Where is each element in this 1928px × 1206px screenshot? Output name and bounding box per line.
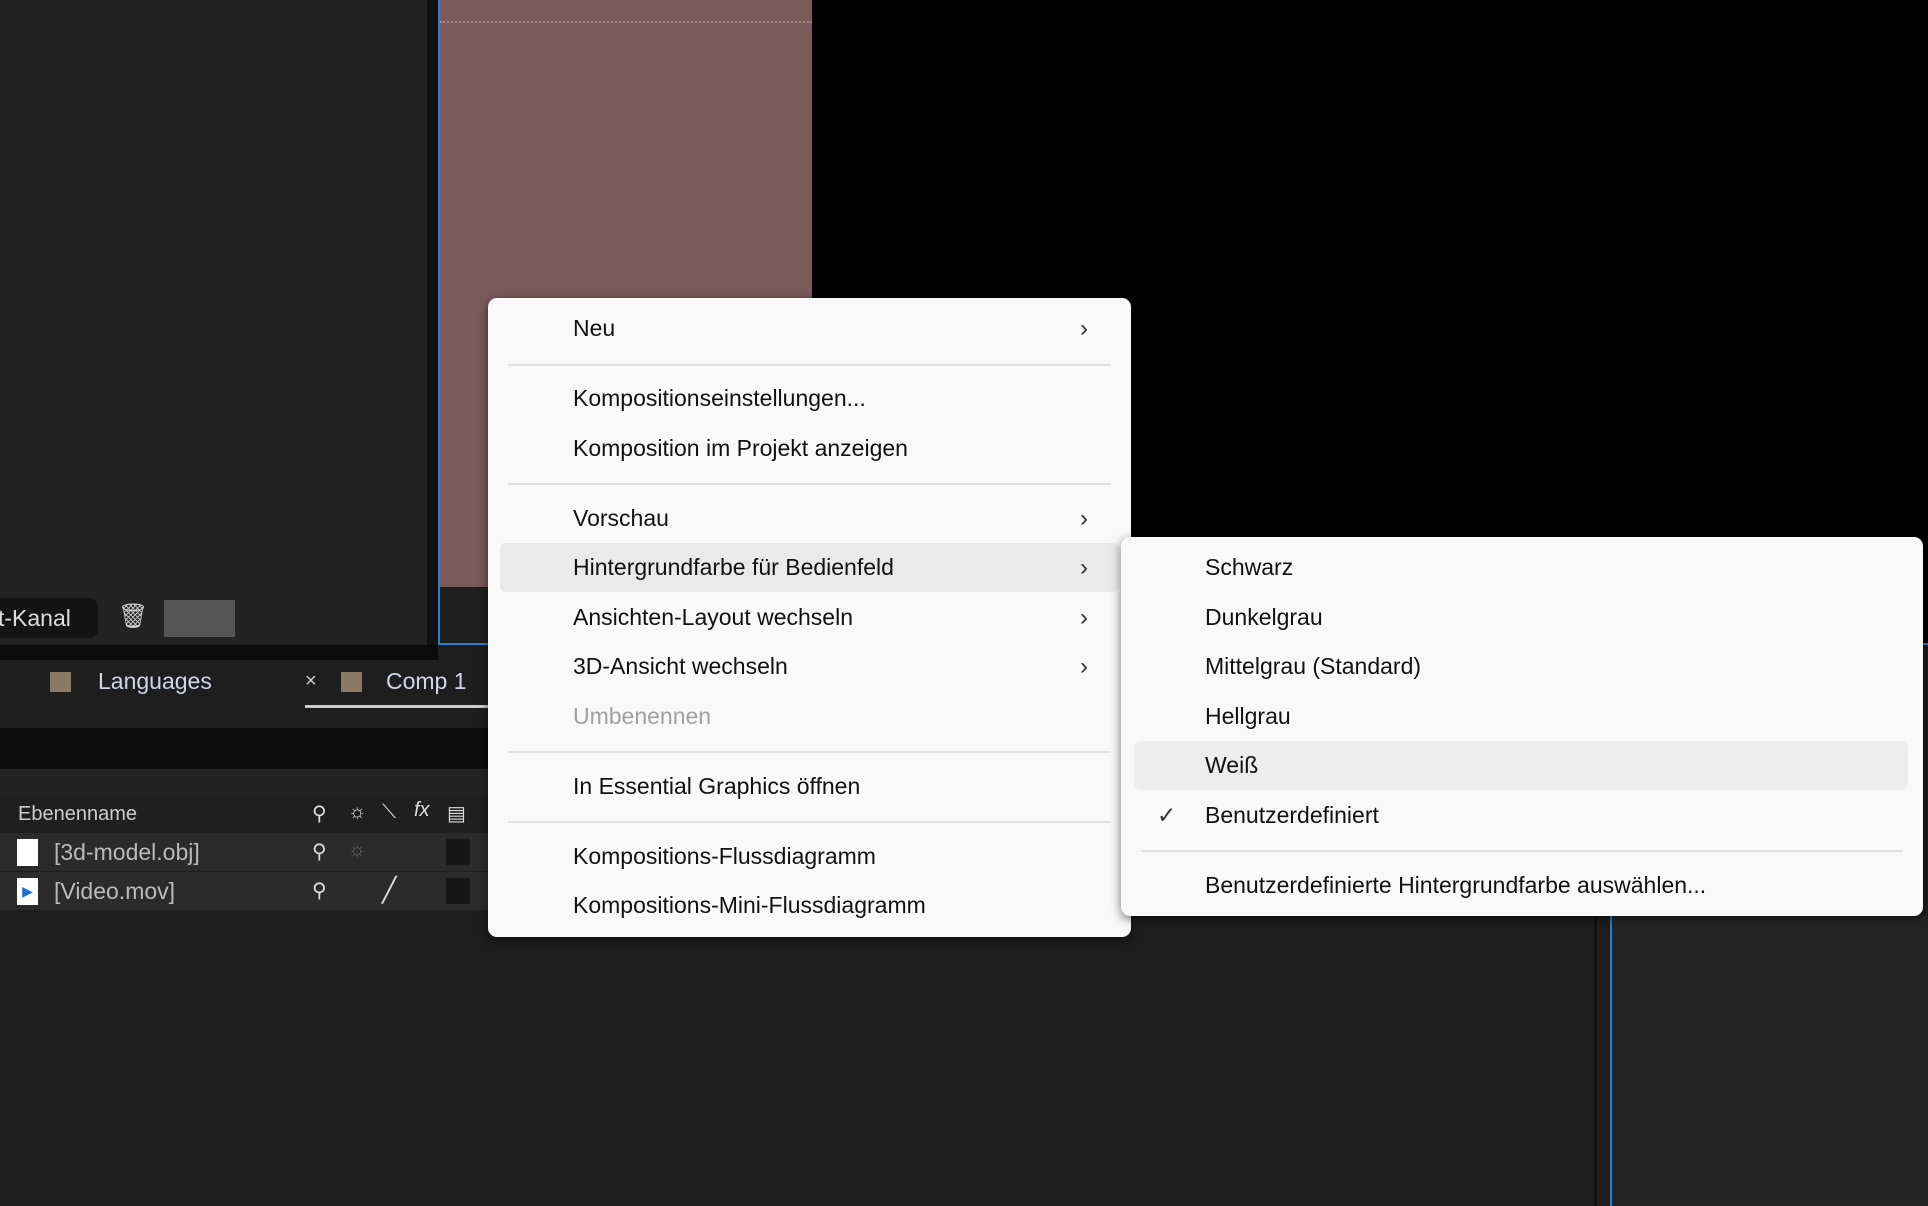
menu-item-switch-view-layout[interactable]: Ansichten-Layout wechseln › [488, 593, 1131, 642]
shy-icon[interactable]: ⚲ [312, 801, 327, 826]
background-color-submenu: Schwarz Dunkelgrau Mittelgrau (Standard)… [1121, 537, 1923, 916]
frame-blend-icon[interactable]: ▤ [447, 801, 466, 826]
quality-icon[interactable]: ⟍ [382, 801, 396, 824]
timeline-graph-area [1612, 916, 1928, 1206]
menu-item-switch-3d-view[interactable]: 3D-Ansicht wechseln › [488, 642, 1131, 691]
tab-bar: Languages × Comp 1 [0, 660, 495, 728]
chevron-right-icon: › [1080, 315, 1088, 342]
switch-box[interactable] [446, 878, 470, 904]
left-panel [0, 0, 427, 645]
submenu-item-dark-gray[interactable]: Dunkelgrau [1121, 593, 1923, 642]
menu-separator [508, 364, 1111, 366]
submenu-item-medium-gray[interactable]: Mittelgrau (Standard) [1121, 642, 1923, 691]
layer-name[interactable]: [3d-model.obj] [54, 839, 200, 866]
chevron-right-icon: › [1080, 653, 1088, 680]
context-menu: Neu › Kompositionseinstellungen... Kompos… [488, 298, 1131, 937]
submenu-item-choose-custom-color[interactable]: Benutzerdefinierte Hintergrundfarbe ausw… [1121, 861, 1923, 910]
chevron-right-icon: › [1080, 554, 1088, 581]
video-file-icon: ▶ [17, 878, 38, 905]
menu-separator [508, 483, 1111, 485]
tab-languages[interactable]: Languages [98, 668, 212, 695]
layer-row[interactable]: [3d-model.obj] ⚲ ☼ [0, 833, 490, 871]
menu-separator [508, 751, 1111, 753]
panel-separator [0, 645, 438, 660]
file-icon [17, 839, 38, 866]
menu-item-mini-flowchart[interactable]: Kompositions-Mini-Flussdiagramm [488, 881, 1131, 930]
active-tab-underline [305, 705, 495, 708]
submenu-item-custom[interactable]: ✓ Benutzerdefiniert [1121, 791, 1923, 840]
layer-header: Ebenenname ⚲ ☼ ⟍ fx ▤ [0, 796, 490, 832]
menu-item-rename: Umbenennen [573, 703, 712, 729]
column-header-layer-name: Ebenenname [18, 803, 137, 825]
submenu-item-white[interactable]: Weiß [1134, 741, 1908, 790]
channel-button[interactable]: t-Kanal [0, 598, 98, 638]
color-swatch[interactable] [164, 600, 235, 637]
quality-icon[interactable]: ╱ [382, 876, 396, 905]
submenu-item-light-gray[interactable]: Hellgrau [1121, 692, 1923, 741]
switch-box[interactable] [446, 839, 470, 865]
guide-line [440, 21, 812, 23]
tab-close-icon[interactable]: × [305, 670, 317, 693]
menu-item-composition-settings[interactable]: Kompositionseinstellungen... [488, 374, 1131, 423]
timeline-toolbar [0, 728, 490, 769]
chevron-right-icon: › [1080, 505, 1088, 532]
timeline-divider [1594, 916, 1597, 1206]
submenu-item-black[interactable]: Schwarz [1121, 543, 1923, 592]
tab-comp-1[interactable]: Comp 1 [386, 668, 467, 695]
trash-icon[interactable]: 🗑 [118, 602, 148, 632]
layer-name[interactable]: [Video.mov] [54, 878, 175, 905]
menu-item-flowchart[interactable]: Kompositions-Flussdiagramm [488, 832, 1131, 881]
menu-item-preview[interactable]: Vorschau › [488, 494, 1131, 543]
tab-color-icon [50, 672, 71, 692]
sun-icon[interactable]: ☼ [348, 801, 366, 824]
checkmark-icon: ✓ [1157, 802, 1177, 828]
menu-separator [1141, 850, 1903, 852]
shy-icon[interactable]: ⚲ [312, 878, 327, 903]
sun-icon[interactable]: ☼ [348, 839, 366, 862]
panel-divider[interactable] [427, 0, 438, 660]
timeline-ruler [0, 769, 490, 796]
tab-color-icon [341, 672, 362, 692]
layer-row[interactable]: ▶ [Video.mov] ⚲ ╱ [0, 872, 490, 910]
fx-icon[interactable]: fx [414, 799, 430, 822]
menu-item-open-essential-graphics[interactable]: In Essential Graphics öffnen [488, 762, 1131, 811]
menu-separator [508, 821, 1111, 823]
shy-icon[interactable]: ⚲ [312, 839, 327, 864]
menu-item-panel-background-color[interactable]: Hintergrundfarbe für Bedienfeld › [500, 543, 1119, 592]
chevron-right-icon: › [1080, 604, 1088, 631]
menu-item-new[interactable]: Neu › [488, 304, 1131, 353]
menu-item-show-in-project[interactable]: Komposition im Projekt anzeigen [488, 424, 1131, 473]
